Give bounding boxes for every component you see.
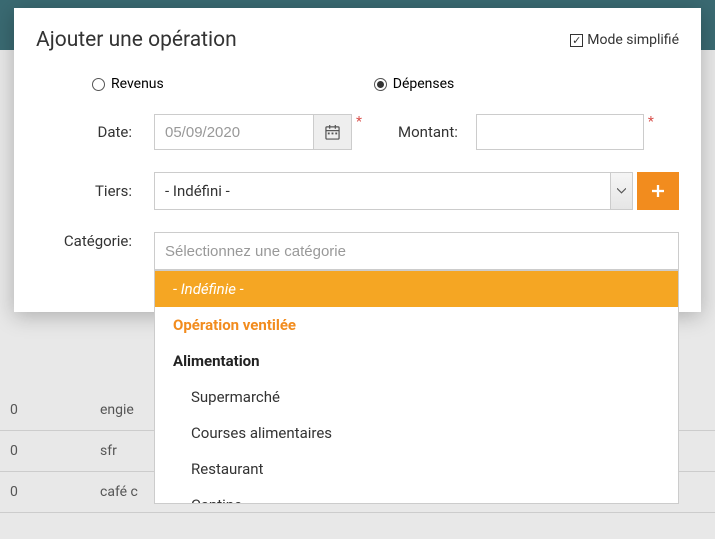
check-icon: ✓ — [570, 34, 583, 47]
required-mark: * — [356, 114, 362, 130]
categorie-input[interactable] — [154, 232, 679, 270]
dropdown-item-supermarche[interactable]: Supermarché — [155, 379, 678, 415]
tiers-label: Tiers: — [36, 182, 154, 200]
montant-label: Montant: — [398, 123, 458, 141]
radio-depenses-label: Dépenses — [393, 76, 455, 92]
chevron-down-icon — [617, 188, 626, 194]
dropdown-item-cantine[interactable]: Cantine — [155, 487, 678, 504]
radio-revenus-label: Revenus — [111, 76, 164, 92]
simplified-mode-checkbox[interactable]: ✓ Mode simplifié — [570, 32, 679, 48]
categorie-label: Catégorie: — [36, 232, 154, 250]
categorie-dropdown[interactable]: - Indéfinie - Opération ventilée Aliment… — [154, 270, 679, 504]
simplified-mode-label: Mode simplifié — [587, 32, 679, 48]
tiers-dropdown-toggle[interactable] — [611, 172, 633, 210]
plus-icon — [650, 183, 666, 199]
radio-icon — [374, 78, 387, 91]
date-label: Date: — [36, 123, 154, 141]
montant-input[interactable] — [476, 114, 644, 150]
required-mark: * — [648, 114, 654, 130]
dropdown-item-courses[interactable]: Courses alimentaires — [155, 415, 678, 451]
radio-depenses[interactable]: Dépenses — [374, 76, 455, 92]
dropdown-item-ventilee[interactable]: Opération ventilée — [155, 307, 678, 343]
modal-title: Ajouter une opération — [36, 28, 237, 52]
date-input[interactable] — [154, 114, 314, 150]
calendar-icon — [325, 125, 340, 140]
calendar-button[interactable] — [314, 114, 352, 150]
radio-icon — [92, 78, 105, 91]
add-tiers-button[interactable] — [637, 172, 679, 210]
add-operation-modal: Ajouter une opération ✓ Mode simplifié R… — [14, 8, 701, 312]
dropdown-group-alimentation[interactable]: Alimentation — [155, 343, 678, 379]
radio-revenus[interactable]: Revenus — [92, 76, 164, 92]
tiers-select[interactable]: - Indéfini - — [154, 172, 611, 210]
dropdown-item-indefinie[interactable]: - Indéfinie - — [155, 271, 678, 307]
dropdown-item-restaurant[interactable]: Restaurant — [155, 451, 678, 487]
